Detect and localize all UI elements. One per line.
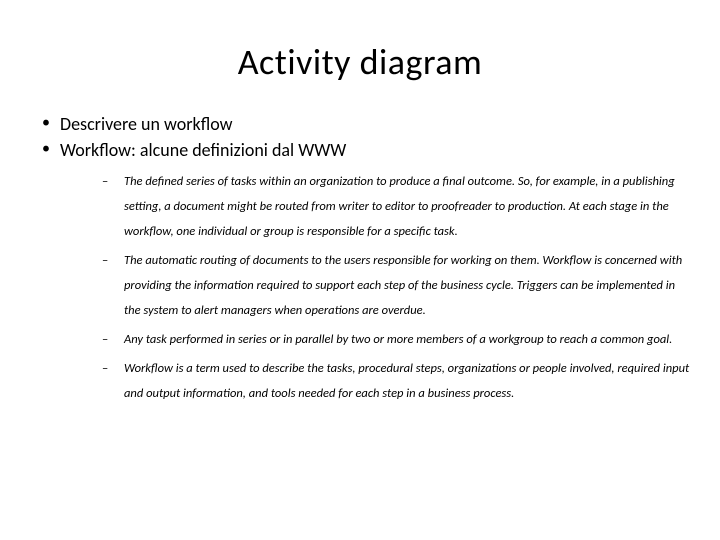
bullet-list-level2: The defined series of tasks within an or… <box>60 169 692 406</box>
page-title: Activity diagram <box>28 40 692 84</box>
list-item: Descrivere un workflow <box>42 112 692 136</box>
list-item: Workflow: alcune definizioni dal WWW The… <box>42 138 692 405</box>
list-item-label: Workflow: alcune definizioni dal WWW <box>60 139 346 161</box>
list-item: Workflow is a term used to describe the … <box>102 356 692 406</box>
list-item: The automatic routing of documents to th… <box>102 248 692 323</box>
list-item: Any task performed in series or in paral… <box>102 327 692 352</box>
list-item: The defined series of tasks within an or… <box>102 169 692 244</box>
bullet-list-level1: Descrivere un workflow Workflow: alcune … <box>28 112 692 406</box>
